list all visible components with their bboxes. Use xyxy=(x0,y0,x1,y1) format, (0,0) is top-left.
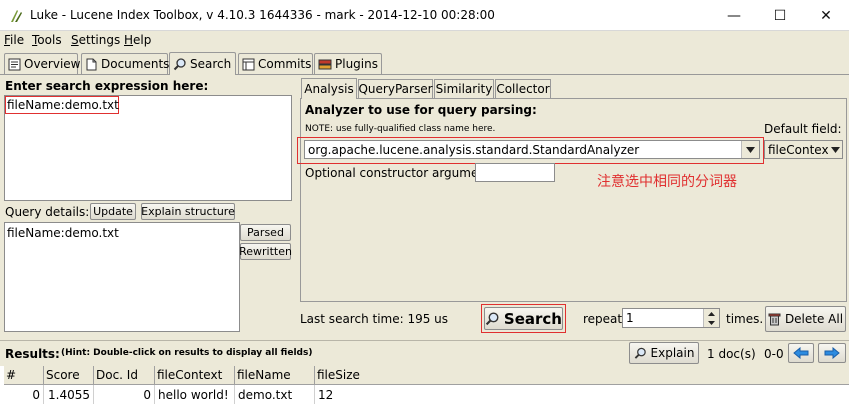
search-prompt: Enter search expression here: xyxy=(5,79,209,93)
search-button-label: Search xyxy=(503,309,562,328)
default-field-label: Default field: xyxy=(764,122,842,136)
commits-icon xyxy=(242,57,255,71)
menu-help[interactable]: Help xyxy=(124,33,151,47)
analyzer-note: NOTE: use fully-qualified class name her… xyxy=(305,124,496,134)
search-expression-text: fileName:demo.txt xyxy=(7,98,119,112)
repeat-spinner[interactable]: 1 xyxy=(622,308,720,328)
luke-app-icon xyxy=(11,10,22,22)
last-search-time: Last search time: 195 us xyxy=(300,312,449,326)
menu-settings[interactable]: Settings xyxy=(71,33,120,47)
next-page-button[interactable] xyxy=(818,343,846,363)
tab-commits[interactable]: Commits xyxy=(238,53,313,74)
maximize-button[interactable]: ☐ xyxy=(757,0,803,31)
query-details-label: Query details: xyxy=(5,205,90,219)
tab-documents[interactable]: Documents xyxy=(81,53,170,74)
tab-overview[interactable]: Overview xyxy=(4,53,81,74)
default-field-value: fileContext xyxy=(768,142,834,157)
column-header[interactable]: Score xyxy=(44,366,94,385)
tab-commits-label: Commits xyxy=(258,57,312,71)
ctor-arg-input[interactable] xyxy=(475,163,555,182)
chevron-down-icon[interactable] xyxy=(828,141,842,158)
analyzer-value: org.apache.lucene.analysis.standard.Stan… xyxy=(308,142,640,157)
search-icon xyxy=(485,312,499,326)
cell-index: 0 xyxy=(4,385,44,404)
subtab-analysis[interactable]: Analysis xyxy=(301,78,357,99)
repeat-value: 1 xyxy=(626,311,634,325)
chevron-down-icon[interactable] xyxy=(741,141,759,158)
delete-all-button[interactable]: Delete All xyxy=(765,306,846,332)
column-header[interactable]: fileName xyxy=(235,366,315,385)
update-button[interactable]: Update xyxy=(90,203,136,220)
tab-plugins[interactable]: Plugins xyxy=(314,53,382,74)
column-header[interactable]: Doc. Id xyxy=(94,366,155,385)
results-label: Results: xyxy=(5,347,60,361)
spinner-down-icon[interactable] xyxy=(708,320,715,325)
search-button[interactable]: Search xyxy=(484,307,563,330)
subtab-queryparser[interactable]: QueryParser xyxy=(358,79,433,98)
plugins-icon xyxy=(318,57,332,71)
rewritten-button[interactable]: Rewritten xyxy=(239,243,292,260)
arrow-right-icon xyxy=(824,347,840,359)
documents-icon xyxy=(85,57,98,71)
tab-search-label: Search xyxy=(190,57,232,71)
results-hint: (Hint: Double-click on results to displa… xyxy=(61,348,313,358)
results-divider xyxy=(0,340,849,341)
analyzer-select[interactable]: org.apache.lucene.analysis.standard.Stan… xyxy=(304,140,760,159)
analyzer-heading: Analyzer to use for query parsing: xyxy=(305,103,537,117)
column-header[interactable]: fileContext xyxy=(155,366,235,385)
explain-button[interactable]: Explain xyxy=(629,342,699,364)
column-header[interactable]: fileSize xyxy=(315,366,849,385)
tab-search[interactable]: Search xyxy=(169,52,236,75)
repeat-label: repeat xyxy=(583,312,623,326)
close-icon: ✕ xyxy=(820,7,832,24)
delete-all-label: Delete All xyxy=(784,312,844,326)
subtab-collector[interactable]: Collector xyxy=(495,79,551,98)
results-table: # Score Doc. Id fileContext fileName fil… xyxy=(0,366,849,417)
subtab-similarity[interactable]: Similarity xyxy=(434,79,494,98)
tab-overview-label: Overview xyxy=(24,57,81,71)
explain-structure-button[interactable]: Explain structure xyxy=(141,203,235,220)
trash-icon xyxy=(768,313,781,326)
search-icon xyxy=(634,347,646,359)
cell-score: 1.4055 xyxy=(44,385,94,404)
arrow-left-icon xyxy=(793,347,809,359)
title-bar: Luke - Lucene Index Toolbox, v 4.10.3 16… xyxy=(0,0,849,31)
explain-label: Explain xyxy=(650,346,695,360)
minimize-button[interactable]: — xyxy=(711,0,757,31)
prev-page-button[interactable] xyxy=(788,343,814,363)
search-icon xyxy=(173,57,187,71)
doc-count: 1 doc(s) xyxy=(707,347,756,361)
ctor-arg-label: Optional constructor argument: xyxy=(305,166,495,180)
maximize-icon: ☐ xyxy=(773,7,787,24)
cell-doc-id: 0 xyxy=(94,385,155,404)
times-label: times. xyxy=(726,312,764,326)
tab-documents-label: Documents xyxy=(101,57,170,71)
cell-file-context: hello world! xyxy=(155,385,235,404)
cell-file-size: 12 xyxy=(315,385,849,404)
menu-bar: File Tools Settings Help xyxy=(0,31,849,50)
annotation-text: 注意选中相同的分词器 xyxy=(597,174,737,190)
result-range: 0-0 xyxy=(764,347,784,361)
menu-file[interactable]: File xyxy=(4,33,24,47)
table-row[interactable]: 0 1.4055 0 hello world! demo.txt 12 xyxy=(4,385,849,404)
menu-tools[interactable]: Tools xyxy=(32,33,62,47)
default-field-select[interactable]: fileContext xyxy=(764,140,843,159)
tab-plugins-label: Plugins xyxy=(335,57,378,71)
column-header[interactable]: # xyxy=(4,366,44,385)
close-button[interactable]: ✕ xyxy=(803,0,849,31)
overview-icon xyxy=(8,57,21,71)
spinner-arrows[interactable] xyxy=(703,309,719,327)
tabs-divider xyxy=(0,74,849,75)
cell-file-name: demo.txt xyxy=(235,385,315,404)
window-title: Luke - Lucene Index Toolbox, v 4.10.3 16… xyxy=(30,8,495,22)
spinner-up-icon[interactable] xyxy=(708,311,715,316)
parsed-button[interactable]: Parsed xyxy=(240,224,291,241)
parsed-query-text: fileName:demo.txt xyxy=(7,226,119,240)
minimize-icon: — xyxy=(727,7,741,24)
